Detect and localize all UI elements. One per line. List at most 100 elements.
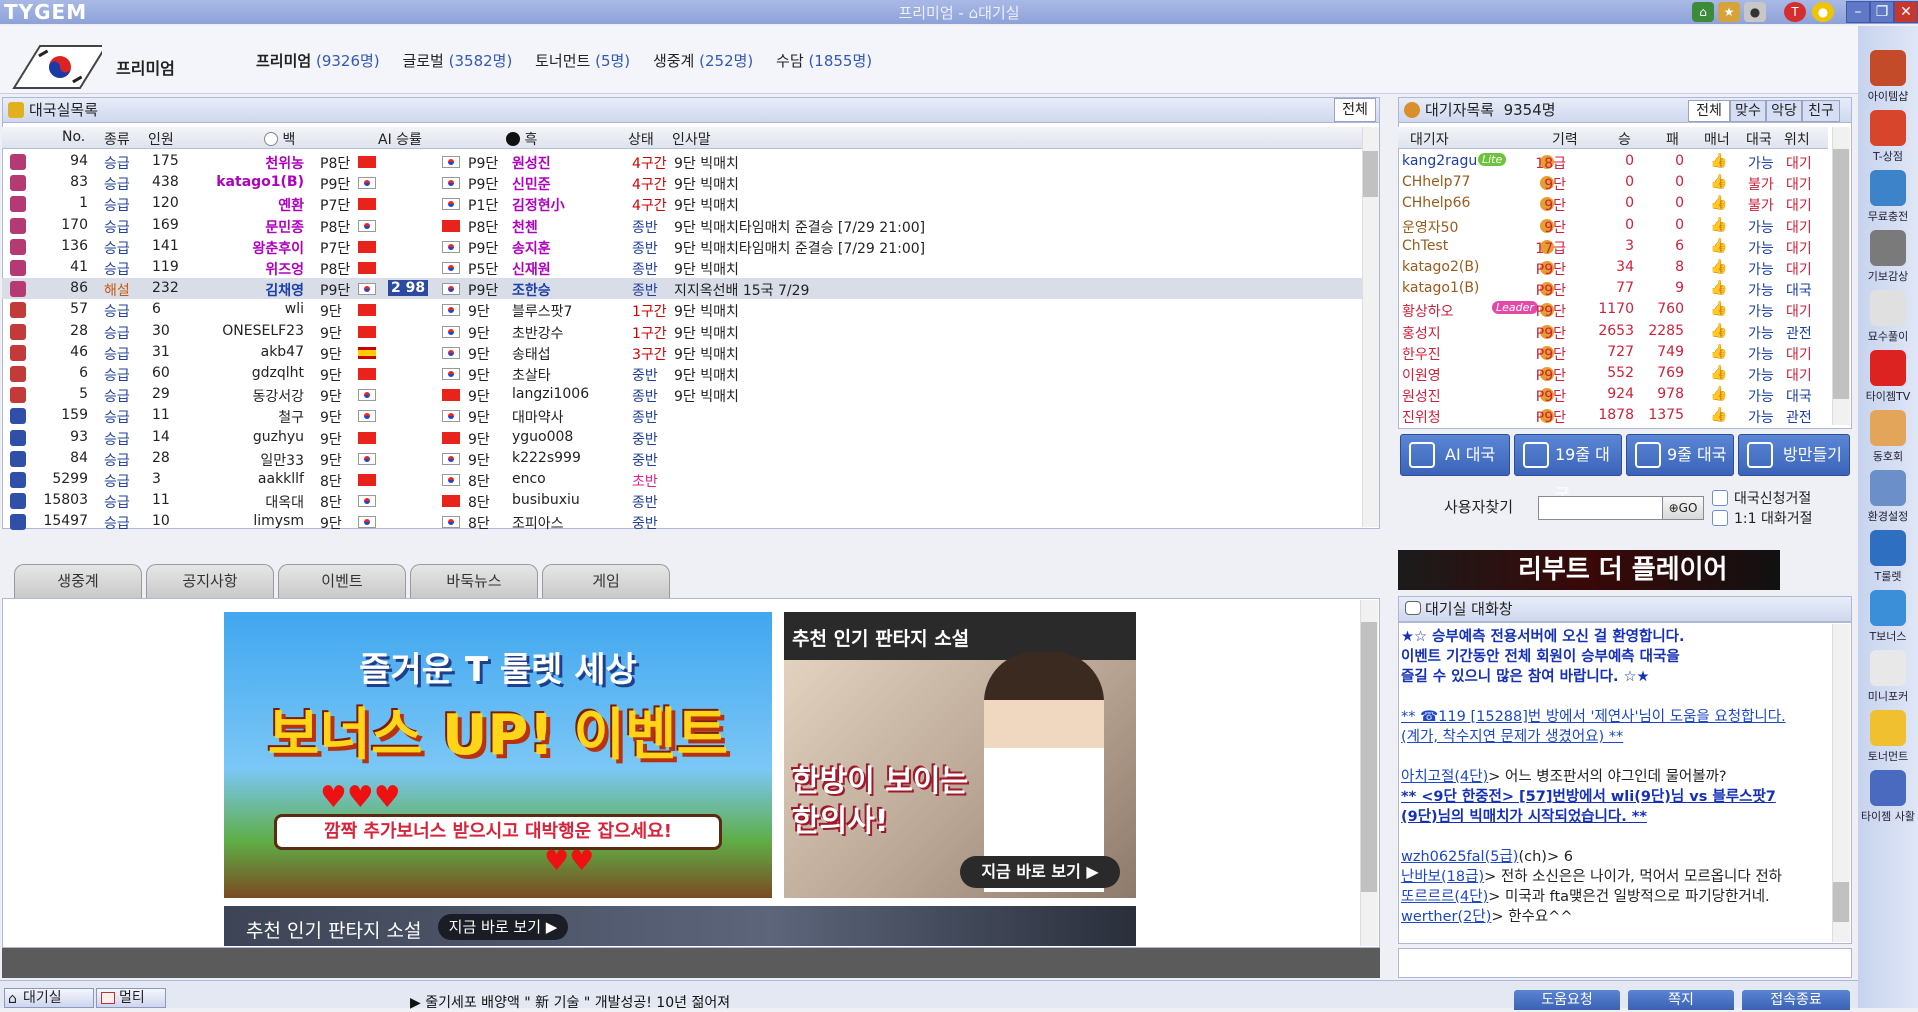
reboot-ad-banner[interactable]: 리부트 더 플레이어: [1398, 550, 1780, 590]
waiting-list-scroll-thumb[interactable]: [1833, 149, 1849, 399]
game-row[interactable]: 5 승급 29 동강서강 9단 9단 langzi1006 종반 9단 빅매치: [2, 384, 1362, 405]
waiting-user-row[interactable]: 홍성지 P9단 2653 2285 👍 가능 관전: [1400, 321, 1830, 342]
waiting-user-row[interactable]: 운영자50 9단 0 0 👍 가능 대기: [1400, 215, 1830, 236]
col-rank[interactable]: 기력: [1552, 129, 1578, 149]
puppy-icon[interactable]: ●: [1744, 2, 1766, 22]
server-tab-live[interactable]: 생중계 (252명): [653, 52, 753, 70]
game-row[interactable]: 57 승급 6 wli 9단 9단 블루스팟7 1구간 9단 빅매치: [2, 299, 1362, 320]
sidebar-item[interactable]: 토너먼트: [1858, 710, 1918, 764]
close-button[interactable]: ✕: [1894, 1, 1918, 23]
tab-game[interactable]: 게임: [542, 564, 670, 598]
refuse-game-checkbox[interactable]: [1712, 490, 1728, 506]
sidebar-item[interactable]: 기보감상: [1858, 230, 1918, 284]
content-scroll-thumb[interactable]: [1361, 622, 1377, 892]
chat-speaker[interactable]: wzh0625fal(5급): [1401, 849, 1518, 865]
multi-tab[interactable]: 멀티: [96, 988, 166, 1008]
waiting-user-row[interactable]: 황상하오 Leader P9단 1170 760 👍 가능 대기: [1400, 299, 1830, 320]
waiting-user-row[interactable]: 진위청 P9단 1878 1375 👍 가능 관전: [1400, 405, 1830, 426]
news-ticker[interactable]: ▶ 줄기세포 배양액 " 新 기술 " 개발성공! 10년 젊어져: [410, 992, 730, 1012]
sidebar-item[interactable]: T보너스: [1858, 590, 1918, 644]
game-row[interactable]: 15803 승급 11 대옥대 8단 8단 busibuxiu 종반: [2, 490, 1362, 511]
col-user[interactable]: 대기자: [1410, 129, 1449, 149]
col-black[interactable]: 흑: [506, 129, 537, 149]
t-icon[interactable]: T: [1784, 2, 1806, 22]
chat-speaker[interactable]: 또르르르(4단): [1401, 889, 1488, 905]
chat-line[interactable]: ** ☎119 [15288]번 방에서 '제연사'님이 도움을 요청합니다.: [1401, 707, 1851, 727]
rank-icon[interactable]: ★: [1718, 2, 1740, 22]
col-type[interactable]: 종류: [104, 129, 130, 149]
chat-speaker[interactable]: werther(2단): [1401, 909, 1491, 925]
tab-rivals[interactable]: 맞수: [1730, 100, 1766, 122]
game-row[interactable]: 159 승급 11 철구 9단 9단 대마약사 종반: [2, 405, 1362, 426]
sidebar-item[interactable]: T룰렛: [1858, 530, 1918, 584]
banner3-view-now-button[interactable]: 지금 바로 보기 ▶: [438, 914, 568, 940]
content-scrollbar[interactable]: [1360, 600, 1378, 946]
go-button[interactable]: ⊕GO: [1662, 496, 1704, 520]
sidebar-item[interactable]: 무료충전: [1858, 170, 1918, 224]
restore-button[interactable]: ❐: [1870, 1, 1894, 23]
message-button[interactable]: 쪽지: [1628, 990, 1734, 1010]
disconnect-button[interactable]: 접속종료: [1742, 990, 1850, 1010]
tab-notice[interactable]: 공지사항: [146, 564, 274, 598]
ai-game-button[interactable]: AI 대국: [1400, 434, 1510, 476]
waiting-user-row[interactable]: katago1(B) P9단 77 9 👍 가능 대국: [1400, 278, 1830, 299]
bulb-icon[interactable]: ●: [1812, 2, 1834, 22]
minimize-button[interactable]: –: [1846, 1, 1870, 23]
chat-speaker[interactable]: 아치고절(4단): [1401, 769, 1488, 785]
chat-line[interactable]: (9단)님의 빅매치가 시작되었습니다. **: [1401, 807, 1851, 827]
tab-friends[interactable]: 친구: [1802, 100, 1840, 122]
fantasy-novel-banner[interactable]: 추천 인기 판타지 소설 한방이 보이는 한의사! 지금 바로 보기 ▶: [784, 612, 1136, 898]
sidebar-item[interactable]: 미니포커: [1858, 650, 1918, 704]
col-game[interactable]: 대국: [1746, 129, 1772, 149]
lobby-tab[interactable]: ⌂ 대기실: [4, 988, 94, 1008]
game-row[interactable]: 94 승급 175 천위농 P8단 P9단 원성진 4구간 9단 빅매치: [2, 151, 1362, 172]
col-losses[interactable]: 패: [1666, 129, 1679, 149]
tab-live[interactable]: 생중계: [14, 564, 142, 598]
waiting-user-row[interactable]: CHhelp77 9단 0 0 👍 불가 대기: [1400, 172, 1830, 193]
game-row[interactable]: 41 승급 119 위즈엉 P8단 P5단 신재원 종반 9단 빅매치: [2, 257, 1362, 278]
sidebar-item[interactable]: 묘수풀이: [1858, 290, 1918, 344]
game-row[interactable]: 170 승급 169 문민종 P8단 P8단 천첸 종반 9단 빅매치타임매치 …: [2, 215, 1362, 236]
sidebar-item[interactable]: 타이젬 사활: [1858, 770, 1918, 824]
game-row[interactable]: 84 승급 28 일만33 9단 9단 k222s999 중반: [2, 448, 1362, 469]
col-state[interactable]: 상태: [628, 129, 654, 149]
chat-input[interactable]: [1398, 948, 1852, 978]
col-greeting[interactable]: 인사말: [672, 129, 711, 149]
waiting-user-row[interactable]: 한우진 P9단 727 749 👍 가능 대기: [1400, 342, 1830, 363]
waiting-user-row[interactable]: CHhelp66 9단 0 0 👍 불가 대기: [1400, 193, 1830, 214]
game-row[interactable]: 28 승급 30 ONESELF23 9단 9단 초반강수 1구간 9단 빅매치: [2, 321, 1362, 342]
waiting-user-row[interactable]: 이원영 P9단 552 769 👍 가능 대기: [1400, 363, 1830, 384]
waiting-user-row[interactable]: ChTest 17급 3 6 👍 가능 대기: [1400, 236, 1830, 257]
fantasy-novel-banner-2[interactable]: 추천 인기 판타지 소설 지금 바로 보기 ▶: [224, 906, 1136, 946]
col-people[interactable]: 인원: [148, 129, 174, 149]
col-manner[interactable]: 매너: [1704, 129, 1730, 149]
game-row[interactable]: 46 승급 31 akb47 9단 9단 송태섭 3구간 9단 빅매치: [2, 342, 1362, 363]
game-row[interactable]: 1 승급 120 옌환 P7단 P1단 김정현小 4구간 9단 빅매치: [2, 193, 1362, 214]
game-list-scrollbar[interactable]: [1362, 127, 1379, 527]
sidebar-item[interactable]: T-상점: [1858, 110, 1918, 164]
col-ai-winrate[interactable]: AI 승률: [378, 129, 422, 149]
col-white[interactable]: 백: [264, 129, 295, 149]
tab-event[interactable]: 이벤트: [278, 564, 406, 598]
waiting-list-scrollbar[interactable]: [1832, 127, 1850, 425]
banner-view-now-button[interactable]: 지금 바로 보기 ▶: [960, 856, 1120, 888]
waiting-user-row[interactable]: kang2ragu Lite 18급 0 0 👍 가능 대기: [1400, 151, 1830, 172]
waiting-user-row[interactable]: katago2(B) P9단 34 8 👍 가능 대기: [1400, 257, 1830, 278]
9-line-game-button[interactable]: 9줄 대국: [1626, 434, 1734, 476]
sidebar-item[interactable]: 타이젬TV: [1858, 350, 1918, 404]
game-row[interactable]: 83 승급 438 katago1(B) P9단 P9단 신민준 4구간 9단 …: [2, 172, 1362, 193]
sidebar-item[interactable]: 동호회: [1858, 410, 1918, 464]
game-row[interactable]: 15497 승급 10 limysm 9단 8단 조피아스 중반: [2, 511, 1362, 532]
tab-all-users[interactable]: 전체: [1688, 100, 1730, 122]
server-tab-global[interactable]: 글로벌 (3582명): [402, 52, 512, 70]
sidebar-item[interactable]: 환경설정: [1858, 470, 1918, 524]
game-row[interactable]: 6 승급 60 gdzqlht 9단 9단 초살타 중반 9단 빅매치: [2, 363, 1362, 384]
waiting-user-row[interactable]: 원성진 P9단 924 978 👍 가능 대국: [1400, 384, 1830, 405]
game-row[interactable]: 93 승급 14 guzhyu 9단 9단 yguo008 중반: [2, 427, 1362, 448]
home-icon[interactable]: ⌂: [1692, 2, 1714, 22]
server-tab-premium[interactable]: 프리미엄 (9326명): [256, 52, 380, 70]
chat-line[interactable]: ** <9단 한중전> [57]번방에서 wli(9단)님 vs 블루스팟7: [1401, 787, 1851, 807]
game-list-all-button[interactable]: 전체: [1334, 98, 1376, 122]
roulette-event-banner[interactable]: 즐거운 T 룰렛 세상 보너스 UP! 이벤트 ♥♥♥ 깜짝 추가보너스 받으시…: [224, 612, 772, 898]
game-list-scroll-thumb[interactable]: [1363, 151, 1378, 197]
